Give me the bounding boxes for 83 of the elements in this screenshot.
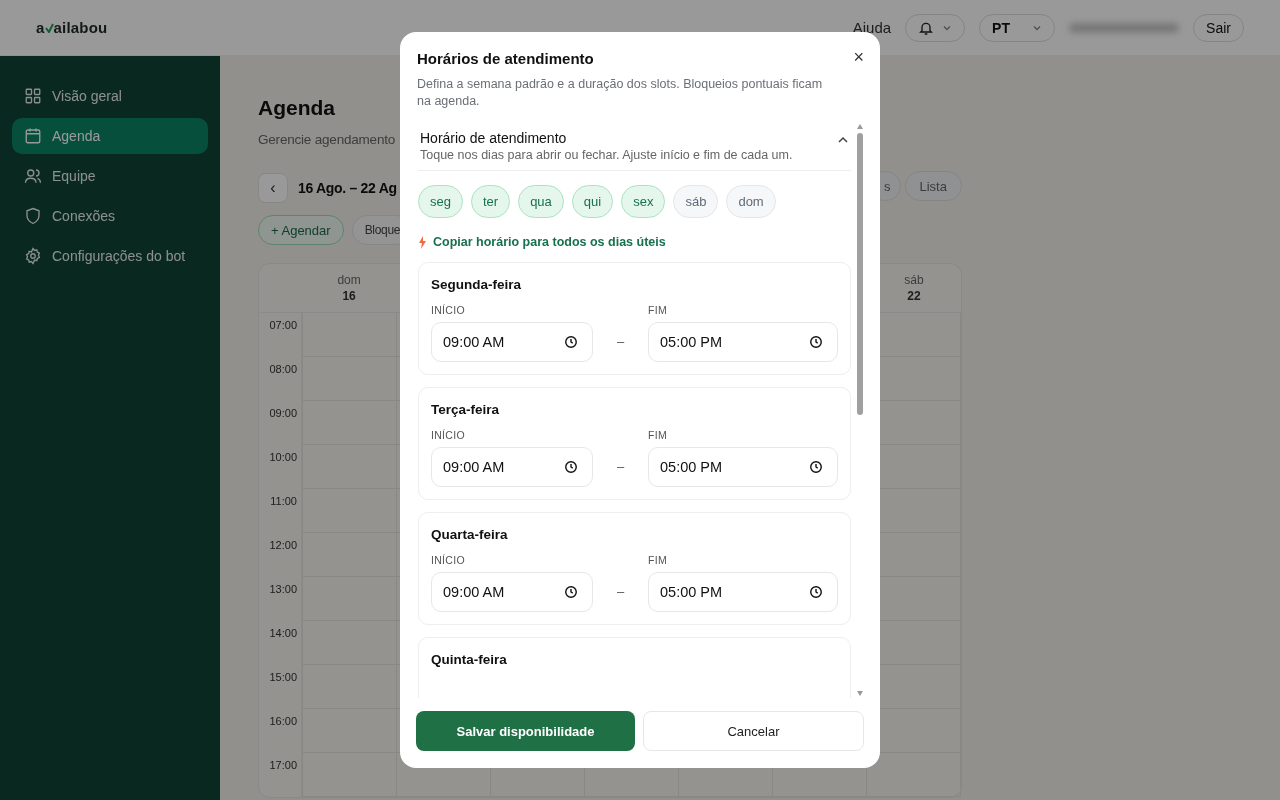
time-field[interactable]: 05:00 PM [648, 322, 838, 362]
close-button[interactable]: × [853, 48, 864, 66]
sidebar-item[interactable]: Configurações do bot [12, 238, 208, 274]
day-toggle[interactable]: dom [726, 185, 776, 218]
calendar-icon [24, 127, 42, 145]
page-subtitle: Gerencie agendamento [258, 132, 396, 147]
weekday-label: sáb [904, 273, 924, 287]
separator: – [615, 333, 626, 351]
time-label: 10:00 [259, 445, 302, 489]
clock-icon [809, 585, 823, 599]
date-label: 22 [907, 289, 921, 303]
time-label: 15:00 [259, 665, 302, 709]
add-appointment-button[interactable]: + Agendar [258, 215, 344, 245]
scrollbar[interactable] [856, 124, 864, 696]
sidebar-label: Visão geral [52, 88, 122, 104]
day-toggle[interactable]: sex [621, 185, 666, 218]
day-toggle[interactable]: qua [518, 185, 564, 218]
field-label: INÍCIO [431, 429, 466, 441]
section-hint: Toque nos dias para abrir ou fechar. Ajuste início e fim de cada um. [420, 148, 793, 162]
time-label: 09:00 [259, 401, 302, 445]
day-toggle[interactable]: seg [418, 185, 463, 218]
logout-button[interactable]: Sair [1193, 13, 1244, 42]
page-title: Agenda [258, 96, 335, 120]
time-field[interactable]: 09:00 AM [431, 322, 593, 362]
section-title: Horário de atendimento [420, 130, 568, 146]
time-field[interactable]: 09:00 AM [431, 572, 593, 612]
sidebar-label: Equipe [52, 168, 96, 184]
previous-week-button[interactable]: ‹ [258, 173, 288, 203]
cancel-button[interactable]: Cancelar [643, 711, 864, 751]
day-title: Segunda-feira [431, 277, 523, 292]
time-label: 11:00 [259, 489, 302, 533]
list-view-tab[interactable]: Lista [904, 171, 962, 201]
day-title: Terça-feira [431, 402, 501, 417]
weekday-label: dom [337, 273, 361, 287]
clock-icon [564, 585, 578, 599]
field-label: INÍCIO [431, 554, 466, 566]
day-title: Quinta-feira [431, 652, 508, 667]
day-toggle[interactable]: ter [470, 185, 511, 218]
sidebar-label: Conexões [52, 208, 116, 224]
time-field[interactable]: 05:00 PM [648, 447, 838, 487]
time-label: 14:00 [259, 621, 302, 665]
date-range: 16 Ago. – 22 Ag [298, 180, 397, 196]
field-label: FIM [648, 429, 668, 441]
grid-icon [24, 87, 42, 105]
separator: – [615, 458, 626, 476]
shield-icon [24, 207, 42, 225]
lightning-icon [418, 235, 427, 249]
time-field[interactable]: 09:00 AM [431, 447, 593, 487]
settings-icon [24, 247, 42, 265]
sidebar-item[interactable]: Conexões [12, 198, 208, 234]
time-label: 16:00 [259, 709, 302, 753]
copy-schedule-link[interactable]: Copiar horário para todos os dias úteis [433, 235, 666, 249]
clock-icon [564, 335, 578, 349]
language-select[interactable]: PT [979, 13, 1056, 42]
sidebar-label: Configurações do bot [52, 248, 186, 264]
time-label: 17:00 [259, 753, 302, 797]
day-toggle[interactable]: sáb [673, 185, 719, 218]
field-label: INÍCIO [431, 304, 466, 316]
time-label: 12:00 [259, 533, 302, 577]
notifications-button[interactable] [905, 13, 966, 42]
checkmark-icon [44, 22, 54, 33]
save-button[interactable]: Salvar disponibilidade [416, 711, 635, 751]
sidebar-item[interactable]: Equipe [12, 158, 208, 194]
logo: a ailabou [36, 19, 108, 36]
clock-icon [809, 460, 823, 474]
field-label: FIM [648, 554, 668, 566]
dialog-title: Horários de atendimento [417, 50, 594, 67]
sidebar-label: Agenda [52, 128, 101, 144]
time-label: 07:00 [259, 313, 302, 357]
time-field[interactable]: 05:00 PM [648, 572, 838, 612]
sidebar-item[interactable]: Visão geral [12, 78, 208, 114]
day-title: Quarta-feira [431, 527, 509, 542]
day-toggle[interactable]: qui [571, 185, 614, 218]
separator: – [615, 583, 626, 601]
dialog-description: Defina a semana padrão e a duração dos slots. Bloqueios pontuais ficam na agenda. [417, 76, 824, 110]
clock-icon [809, 335, 823, 349]
time-label: 08:00 [259, 357, 302, 401]
date-label: 16 [342, 289, 356, 303]
clock-icon [564, 460, 578, 474]
sidebar-item[interactable]: Agenda [12, 118, 208, 154]
field-label: FIM [648, 304, 668, 316]
users-icon [24, 167, 42, 185]
time-label: 13:00 [259, 577, 302, 621]
